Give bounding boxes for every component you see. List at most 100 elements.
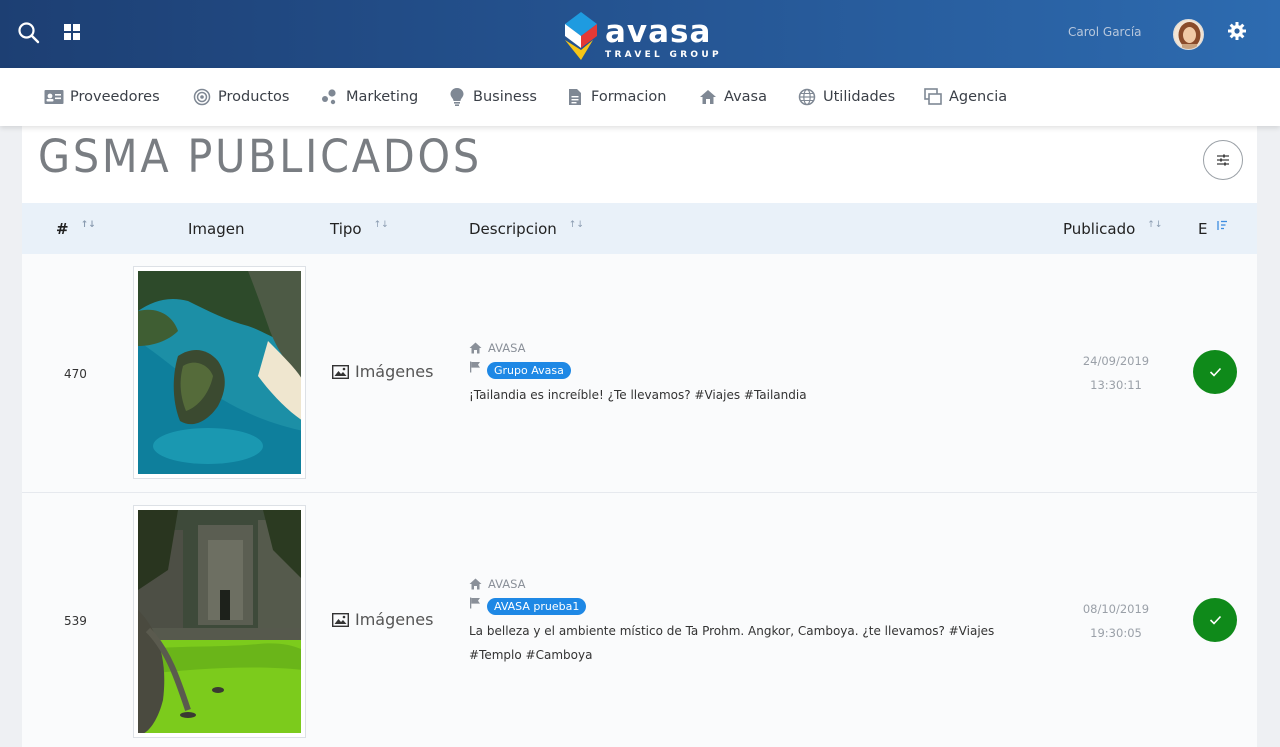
nav-item-agencia[interactable]: Agencia [923,68,1007,126]
home-icon [469,578,482,590]
lightbulb-icon [447,88,467,106]
sort-icon[interactable]: ↑↓ [374,220,389,230]
ta-prohm-temple-photo [138,510,301,733]
post-type-label: Imágenes [355,362,434,381]
col-published-label: Publicado [1063,219,1136,238]
published-time: 19:30:05 [1090,626,1142,640]
gear-icon[interactable] [1226,20,1248,42]
col-description[interactable]: Descripcion ↑↓ [469,203,584,254]
post-text-line: #Templo #Camboya [469,648,593,662]
page-title: GSMA PUBLICADOS [38,130,482,183]
post-type: Imágenes [332,362,433,381]
col-id[interactable]: # ↑↓ [56,203,96,254]
top-bar: avasa TRAVEL GROUP Carol García [0,0,1280,68]
post-text: ¡Tailandia es increíble! ¿Te llevamos? #… [469,383,1069,407]
published-date: 08/10/2019 [1082,602,1150,616]
content-card: GSMA PUBLICADOS # ↑↓ Imagen Tipo ↑↓ Desc… [22,126,1257,747]
sort-icon[interactable]: ↑↓ [81,220,96,230]
post-thumbnail[interactable] [133,505,306,738]
logo-tagline: TRAVEL GROUP [605,50,722,60]
search-icon[interactable] [16,20,42,46]
nav-item-proveedores[interactable]: Proveedores [44,68,160,126]
post-owner: AVASA [469,340,1069,356]
status-button[interactable] [1193,598,1237,642]
post-description: AVASA AVASA prueba1 La belleza y el ambi… [469,576,1049,667]
target-icon [192,88,212,106]
published-datetime: 24/09/2019 13:30:11 [1076,349,1156,397]
col-id-label: # [56,219,69,238]
post-type: Imágenes [332,610,433,629]
home-icon [698,88,718,106]
sliders-icon [1217,154,1229,166]
col-description-label: Descripcion [469,219,557,238]
group-badge[interactable]: Grupo Avasa [487,361,571,379]
col-type[interactable]: Tipo ↑↓ [330,203,389,254]
nav-label: Agencia [949,89,1008,105]
nav-item-business[interactable]: Business [447,68,537,126]
nav-item-productos[interactable]: Productos [192,68,289,126]
owner-label: AVASA [488,577,526,591]
col-status-label: E [1198,219,1208,238]
check-icon [1209,615,1221,625]
home-icon [469,342,482,354]
post-thumbnail[interactable] [133,266,306,479]
flag-icon [470,361,480,373]
bubbles-icon [320,88,340,106]
nav-item-avasa[interactable]: Avasa [698,68,767,126]
sort-icon[interactable]: ↑↓ [569,220,584,230]
document-icon [565,88,585,106]
id-card-icon [44,88,64,106]
logo-wordmark: avasa [605,14,712,50]
nav-item-utilidades[interactable]: Utilidades [797,68,895,126]
user-avatar[interactable] [1173,19,1204,50]
post-text-line: ¡Tailandia es increíble! ¿Te llevamos? #… [469,388,807,402]
nav-label: Business [473,89,537,105]
col-type-label: Tipo [330,219,362,238]
row-id: 539 [64,614,87,628]
avasa-logo[interactable]: avasa TRAVEL GROUP [563,10,723,62]
check-icon [1209,367,1221,377]
nav-item-marketing[interactable]: Marketing [320,68,418,126]
image-icon [332,364,349,379]
table-row[interactable]: 470 Imágenes AVASA Grupo Avasa ¡Tailandi… [22,254,1257,493]
thailand-island-photo [138,271,301,474]
table-header: # ↑↓ Imagen Tipo ↑↓ Descripcion ↑↓ Publi… [22,203,1257,254]
flag-icon [470,597,480,609]
nav-item-formacion[interactable]: Formacion [565,68,666,126]
post-group: AVASA prueba1 [469,597,1049,615]
filter-button[interactable] [1203,140,1243,180]
avasa-logo-mark [565,12,597,60]
col-status[interactable]: E [1198,203,1228,254]
post-text-line: La belleza y el ambiente místico de Ta P… [469,624,995,638]
nav-label: Avasa [724,89,767,105]
image-icon [332,612,349,627]
nav-label: Proveedores [70,89,160,105]
globe-icon [797,88,817,106]
nav-label: Productos [218,89,290,105]
row-id: 470 [64,367,87,381]
windows-icon [923,88,943,106]
nav-label: Formacion [591,89,667,105]
user-name[interactable]: Carol García [1068,25,1142,39]
group-badge[interactable]: AVASA prueba1 [487,597,587,615]
sort-icon[interactable]: ↑↓ [1147,220,1162,230]
published-date: 24/09/2019 [1082,354,1150,368]
col-published[interactable]: Publicado ↑↓ [1063,203,1162,254]
post-group: Grupo Avasa [469,361,1069,379]
nav-label: Utilidades [823,89,896,105]
post-type-label: Imágenes [355,610,434,629]
nav-label: Marketing [346,89,419,105]
apps-icon[interactable] [60,20,86,46]
col-image-label: Imagen [188,219,245,238]
col-image: Imagen [188,203,244,254]
post-text: La belleza y el ambiente místico de Ta P… [469,619,1049,667]
post-owner: AVASA [469,576,1049,592]
owner-label: AVASA [488,341,526,355]
published-datetime: 08/10/2019 19:30:05 [1076,597,1156,645]
sort-desc-icon[interactable] [1216,220,1228,231]
status-button[interactable] [1193,350,1237,394]
published-time: 13:30:11 [1090,378,1142,392]
main-nav: Proveedores Productos Marketing Business… [0,68,1280,126]
table-row[interactable]: 539 Imágenes AVASA AVASA prueba1 La bell… [22,493,1257,747]
post-description: AVASA Grupo Avasa ¡Tailandia es increíbl… [469,340,1069,407]
